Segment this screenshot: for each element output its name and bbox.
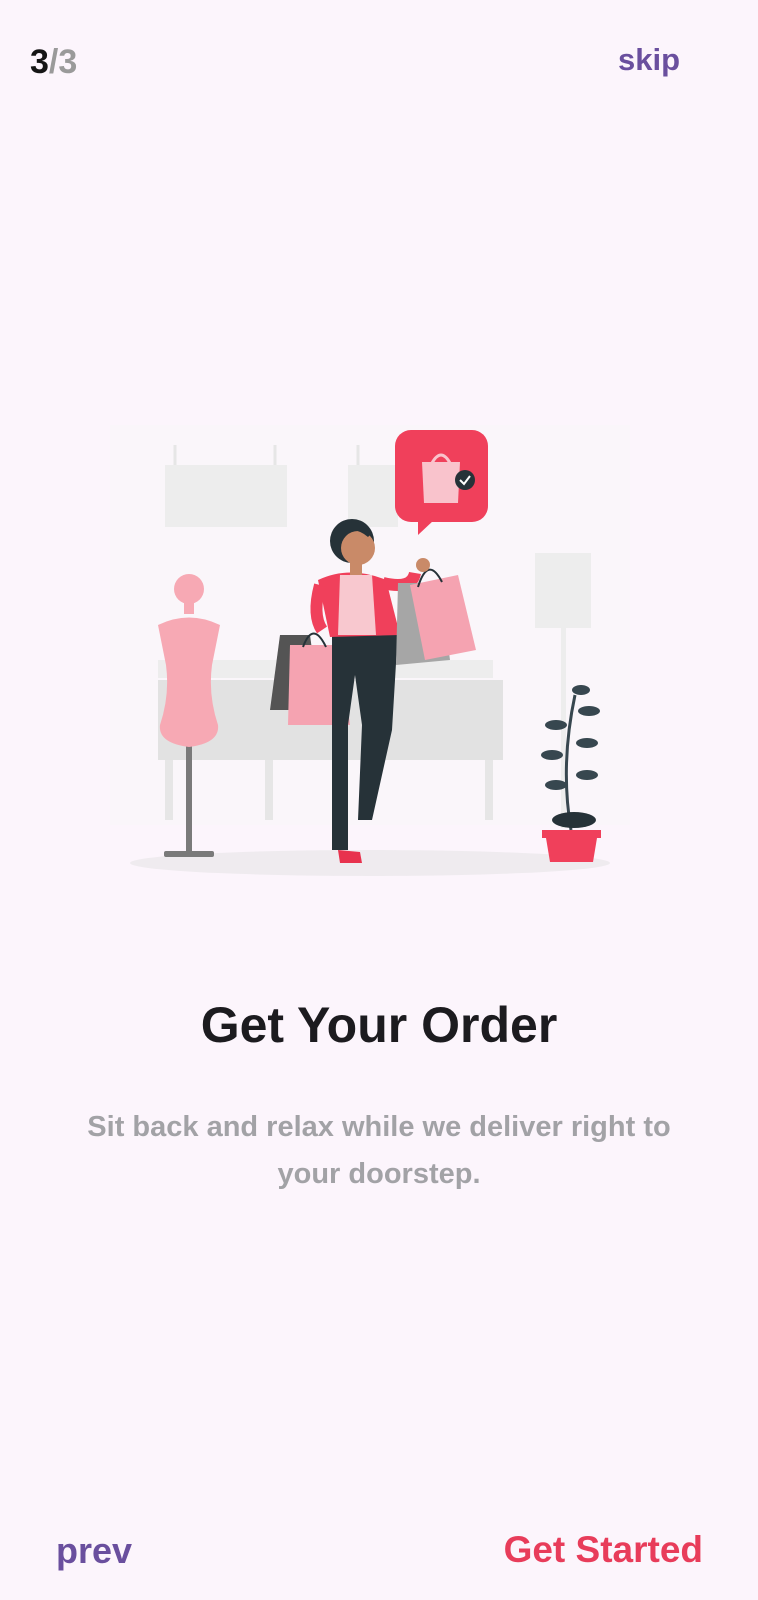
page-title: Get Your Order	[200, 997, 558, 1053]
page-subtitle: Sit back and relax while we deliver righ…	[87, 1111, 671, 1190]
top-bar: 3/3 skip	[0, 38, 758, 88]
order-bubble	[395, 430, 488, 535]
skip-button[interactable]: skip	[618, 38, 680, 82]
page-total: 3	[58, 43, 78, 81]
prev-button[interactable]: prev	[56, 1527, 132, 1575]
get-started-button[interactable]: Get Started	[504, 1526, 703, 1574]
shopping-illustration	[110, 425, 630, 876]
page-separator: /	[48, 43, 59, 81]
page-indicator: 3/3	[30, 38, 77, 86]
page-current: 3	[30, 43, 49, 81]
